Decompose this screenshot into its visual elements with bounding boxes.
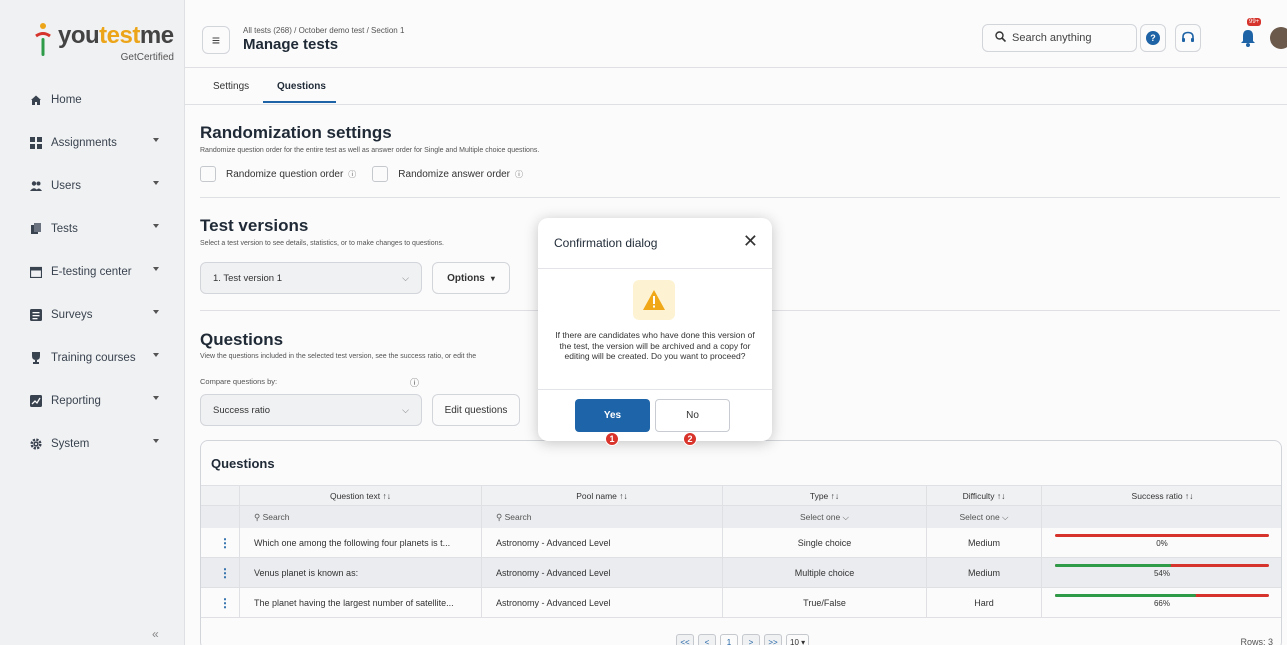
- dialog-title: Confirmation dialog: [554, 236, 658, 250]
- confirmation-dialog: Confirmation dialog ✕ If there are candi…: [538, 218, 772, 441]
- divider: [538, 389, 772, 390]
- step-marker-2: 2: [683, 432, 697, 446]
- dialog-message: If there are candidates who have done th…: [555, 330, 755, 361]
- close-icon[interactable]: ✕: [743, 231, 758, 252]
- divider: [538, 268, 772, 269]
- no-button[interactable]: No: [655, 399, 730, 432]
- step-marker-1: 1: [605, 432, 619, 446]
- warning-icon-container: [633, 280, 675, 320]
- yes-button[interactable]: Yes: [575, 399, 650, 432]
- warning-icon: [643, 290, 665, 310]
